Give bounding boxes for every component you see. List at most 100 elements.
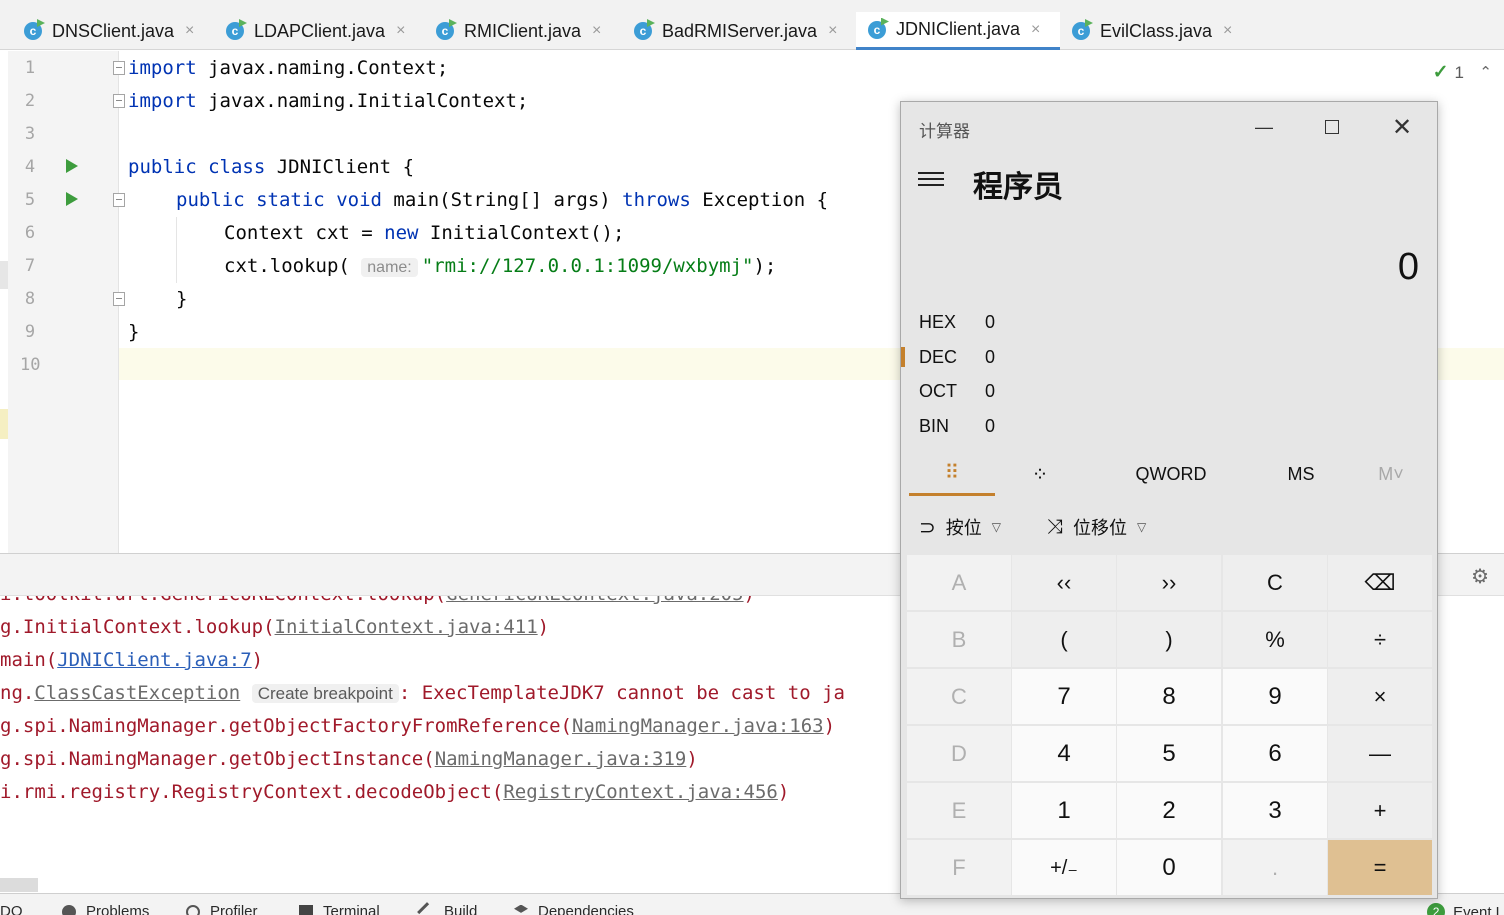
key-4[interactable]: 4 — [1012, 726, 1116, 781]
gear-icon[interactable]: ⚙ — [1471, 564, 1489, 588]
key-2[interactable]: 2 — [1117, 783, 1221, 838]
key-multiply[interactable]: × — [1328, 669, 1432, 724]
tab-rmiclient[interactable]: c RMIClient.java × — [436, 12, 601, 50]
source-link[interactable]: NamingManager.java:163 — [572, 715, 824, 737]
key-modulo[interactable]: % — [1223, 612, 1327, 667]
line-number: 8 — [24, 289, 36, 309]
key-negate[interactable]: +/₋ — [1012, 840, 1116, 895]
keypad-mode-tabs: ⠿ ⁘ QWORD MS M˅ — [901, 452, 1437, 497]
chevron-up-icon[interactable]: ⌃ — [1479, 63, 1492, 81]
key-9[interactable]: 9 — [1223, 669, 1327, 724]
key-backspace[interactable]: ⌫ — [1328, 555, 1432, 610]
key-open-paren[interactable]: ( — [1012, 612, 1116, 667]
key-3[interactable]: 3 — [1223, 783, 1327, 838]
fold-icon[interactable] — [113, 292, 125, 306]
build-tool-button[interactable]: Build — [417, 901, 478, 915]
key-hex-c[interactable]: C — [907, 669, 1011, 724]
tool-label: Build — [444, 903, 478, 915]
hamburger-menu-icon[interactable] — [918, 172, 944, 188]
close-icon[interactable]: × — [592, 22, 601, 40]
console-line: ng.ClassCastException Create breakpoint:… — [0, 677, 845, 710]
radix-bin[interactable]: BIN 0 — [919, 411, 995, 441]
bitwise-dropdown[interactable]: ⊃ 按位 ▽ — [919, 512, 1001, 542]
radix-dec[interactable]: DEC 0 — [900, 342, 995, 372]
source-link[interactable]: JDNIClient.java:7 — [57, 649, 251, 671]
key-6[interactable]: 6 — [1223, 726, 1327, 781]
stack-frame-text: ng. — [0, 682, 35, 704]
key-8[interactable]: 8 — [1117, 669, 1221, 724]
radix-oct[interactable]: OCT 0 — [919, 376, 995, 406]
dropdown-label: 按位 — [945, 518, 982, 538]
source-link[interactable]: GenericURLContext.java:205 — [446, 596, 743, 605]
key-subtract[interactable]: — — [1328, 726, 1432, 781]
memory-store-button[interactable]: MS — [1271, 452, 1331, 496]
key-7[interactable]: 7 — [1012, 669, 1116, 724]
tab-evilclass[interactable]: c EvilClass.java × — [1072, 12, 1232, 50]
close-icon[interactable]: × — [828, 22, 837, 40]
key-1[interactable]: 1 — [1012, 783, 1116, 838]
todo-tool-button[interactable]: DO — [0, 903, 23, 915]
radix-hex[interactable]: HEX 0 — [919, 307, 995, 337]
word-size-button[interactable]: QWORD — [1121, 452, 1221, 496]
create-breakpoint-button[interactable]: Create breakpoint — [251, 684, 399, 703]
keyword: void — [336, 189, 382, 211]
tab-label: DNSClient.java — [52, 20, 175, 41]
fold-icon[interactable] — [113, 94, 125, 108]
tab-badrmiserver[interactable]: c BadRMIServer.java × — [634, 12, 837, 50]
key-shift-right[interactable]: ›› — [1117, 555, 1221, 610]
key-5[interactable]: 5 — [1117, 726, 1221, 781]
stack-frame-text: i.rmi.registry.RegistryContext.decodeObj… — [0, 781, 504, 803]
tab-dnsclient[interactable]: c DNSClient.java × — [24, 12, 194, 50]
exception-link[interactable]: ClassCastException — [34, 682, 240, 704]
editor-tab-bar: c DNSClient.java × c LDAPClient.java × c… — [0, 0, 1504, 50]
bitshift-dropdown[interactable]: ⤨ 位移位 ▽ — [1047, 512, 1146, 542]
memory-view-button[interactable]: M˅ — [1361, 452, 1421, 496]
key-add[interactable]: + — [1328, 783, 1432, 838]
horizontal-scrollbar[interactable] — [0, 878, 38, 892]
key-decimal[interactable]: . — [1223, 840, 1327, 895]
code-line-5: public static void main(String[] args) t… — [176, 184, 828, 217]
key-0[interactable]: 0 — [1117, 840, 1221, 895]
result-display: 0 — [1397, 246, 1419, 288]
run-icon[interactable] — [66, 159, 78, 173]
key-shift-left[interactable]: ‹‹ — [1012, 555, 1116, 610]
key-close-paren[interactable]: ) — [1117, 612, 1221, 667]
close-icon[interactable]: × — [185, 22, 194, 40]
dependencies-tool-button[interactable]: Dependencies — [514, 903, 634, 915]
close-icon[interactable]: × — [1223, 22, 1232, 40]
key-divide[interactable]: ÷ — [1328, 612, 1432, 667]
maximize-button[interactable] — [1315, 112, 1349, 142]
inspection-widget[interactable]: ✓ 1 — [1433, 61, 1464, 84]
problems-tool-button[interactable]: Problems — [62, 903, 149, 915]
profiler-tool-button[interactable]: Profiler — [186, 903, 258, 915]
event-log-button[interactable]: 2 Event L — [1427, 903, 1504, 915]
radix-value: 0 — [985, 380, 996, 401]
key-hex-b[interactable]: B — [907, 612, 1011, 667]
key-equals[interactable]: = — [1328, 840, 1432, 895]
key-hex-f[interactable]: F — [907, 840, 1011, 895]
radix-label: HEX — [919, 311, 957, 332]
full-keypad-tab[interactable]: ⠿ — [909, 452, 995, 496]
source-link[interactable]: NamingManager.java:319 — [435, 748, 687, 770]
key-clear[interactable]: C — [1223, 555, 1327, 610]
code-text: javax.naming.Context; — [196, 57, 449, 79]
radix-value: 0 — [985, 311, 996, 332]
fold-icon[interactable] — [113, 61, 125, 75]
key-hex-e[interactable]: E — [907, 783, 1011, 838]
bit-toggle-keypad-tab[interactable]: ⁘ — [997, 452, 1083, 496]
minimize-button[interactable]: — — [1247, 112, 1281, 142]
source-link[interactable]: InitialContext.java:411 — [275, 616, 538, 638]
close-icon[interactable]: × — [396, 22, 405, 40]
fold-icon[interactable] — [113, 193, 125, 207]
tab-jdniclient[interactable]: c JDNIClient.java × — [856, 12, 1060, 50]
close-button[interactable]: ✕ — [1385, 112, 1419, 142]
close-icon[interactable]: × — [1031, 21, 1040, 39]
stack-frame-text: g.spi.NamingManager.getObjectInstance( — [0, 748, 435, 770]
key-hex-d[interactable]: D — [907, 726, 1011, 781]
key-hex-a[interactable]: A — [907, 555, 1011, 610]
code-text: JDNIClient { — [265, 156, 415, 178]
tab-ldapclient[interactable]: c LDAPClient.java × — [226, 12, 405, 50]
terminal-tool-button[interactable]: Terminal — [299, 903, 380, 915]
source-link[interactable]: RegistryContext.java:456 — [503, 781, 778, 803]
run-icon[interactable] — [66, 192, 78, 206]
